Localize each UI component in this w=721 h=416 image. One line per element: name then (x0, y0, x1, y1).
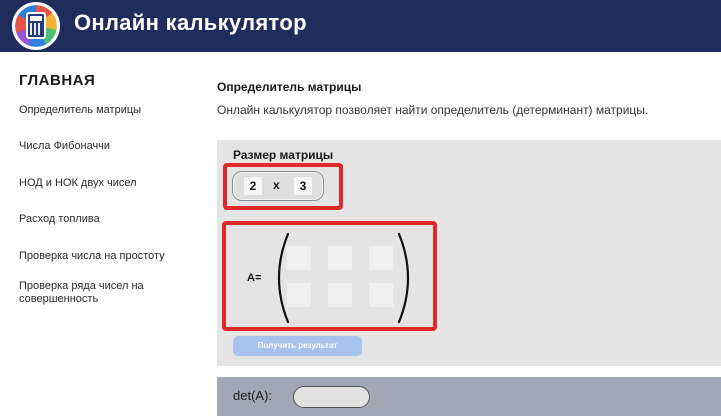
page-title: Определитель матрицы (217, 80, 362, 94)
determinant-label: det(A): (233, 388, 273, 403)
app-header: Онлайн калькулятор (0, 0, 721, 52)
calculator-logo-icon[interactable] (12, 2, 60, 50)
sidebar-item-matrix-determinant[interactable]: Определитель матрицы (19, 104, 194, 117)
cols-input[interactable]: 3 (294, 177, 312, 195)
matrix-cell-2-2[interactable] (328, 283, 352, 307)
rows-input[interactable]: 2 (244, 177, 262, 195)
sidebar-item-gcd-lcm[interactable]: НОД и НОК двух чисел (19, 177, 194, 190)
sidebar-item-fibonacci[interactable]: Числа Фибоначчи (19, 140, 194, 153)
sidebar-item-prime-check[interactable]: Проверка числа на простоту (19, 250, 194, 263)
app-title[interactable]: Онлайн калькулятор (74, 10, 307, 36)
matrix-label: A= (247, 272, 262, 284)
right-parenthesis-icon (397, 232, 410, 324)
sidebar-item-fuel-consumption[interactable]: Расход топлива (19, 213, 194, 226)
matrix-cell-2-1[interactable] (287, 283, 311, 307)
matrix-size-label: Размер матрицы (233, 148, 334, 162)
matrix-cell-1-1[interactable] (287, 246, 311, 270)
matrix-cell-1-3[interactable] (369, 246, 393, 270)
sidebar-nav: ГЛАВНАЯ Определитель матрицы Числа Фибон… (0, 52, 200, 416)
size-times-sign: x (273, 178, 280, 192)
matrix-cell-2-3[interactable] (369, 283, 393, 307)
determinant-output-field[interactable] (293, 386, 370, 408)
page-description: Онлайн калькулятор позволяет найти опред… (217, 103, 649, 117)
sidebar-home-link[interactable]: ГЛАВНАЯ (19, 72, 95, 89)
sidebar-item-perfect-numbers[interactable]: Проверка ряда чисел на совершенность (19, 280, 179, 306)
get-result-button[interactable]: Получить результат (233, 336, 362, 356)
matrix-cell-1-2[interactable] (328, 246, 352, 270)
